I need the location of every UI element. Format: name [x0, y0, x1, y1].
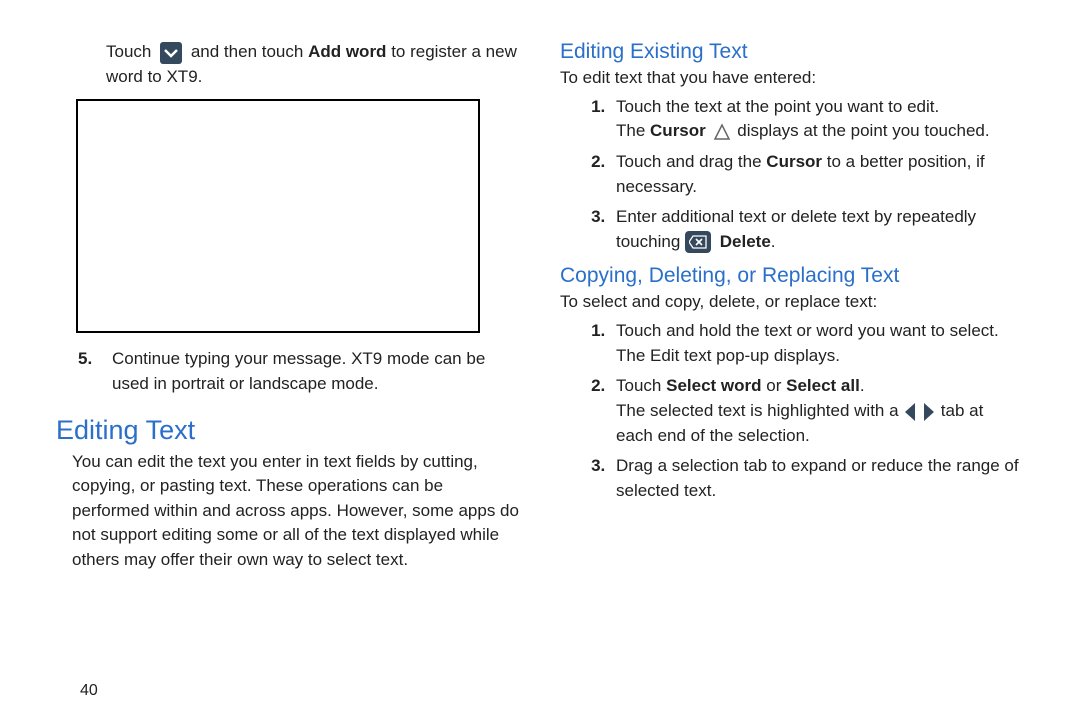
right-column: Editing Existing Text To edit text that …: [560, 40, 1024, 577]
editing-text-body: You can edit the text you enter in text …: [56, 450, 520, 573]
text: Touch and hold the text or word you want…: [616, 321, 999, 365]
page-number: 40: [80, 682, 98, 700]
cursor-label: Cursor: [650, 121, 706, 140]
copying-deleting-heading: Copying, Deleting, or Replacing Text: [560, 264, 1024, 288]
sub2-intro: To select and copy, delete, or replace t…: [560, 290, 1024, 315]
text: .: [771, 232, 776, 251]
text: The selected text is highlighted with a: [616, 401, 899, 420]
editing-existing-list: Touch the text at the point you want to …: [560, 95, 1024, 255]
list-item: Touch Select word or Select all. The sel…: [610, 374, 1024, 448]
continued-list: Continue typing your message. XT9 mode c…: [56, 347, 520, 396]
list-item: Drag a selection tab to expand or reduce…: [610, 454, 1024, 503]
list-item: Enter additional text or delete text by …: [610, 205, 1024, 254]
select-all-label: Select all: [786, 376, 860, 395]
manual-page: Touch and then touch Add word to registe…: [0, 0, 1080, 577]
left-column: Touch and then touch Add word to registe…: [56, 40, 520, 577]
text: Touch the text at the point you want to …: [616, 97, 939, 116]
selection-tab-left-icon: [903, 403, 917, 421]
text: .: [860, 376, 865, 395]
text: The: [616, 121, 645, 140]
sub1-intro: To edit text that you have entered:: [560, 66, 1024, 91]
copying-deleting-list: Touch and hold the text or word you want…: [560, 319, 1024, 503]
list-item: Touch and hold the text or word you want…: [610, 319, 1024, 368]
list-item-5: Continue typing your message. XT9 mode c…: [106, 347, 520, 396]
list-item: Touch the text at the point you want to …: [610, 95, 1024, 144]
text: Touch: [616, 376, 661, 395]
cursor-icon: [713, 123, 731, 141]
text: Drag a selection tab to expand or reduce…: [616, 456, 1019, 500]
text: and then touch: [191, 42, 303, 61]
text: Touch: [106, 42, 151, 61]
delete-icon: [685, 231, 711, 253]
select-word-label: Select word: [666, 376, 761, 395]
dropdown-icon: [160, 42, 182, 64]
editing-existing-text-heading: Editing Existing Text: [560, 40, 1024, 64]
text: or: [766, 376, 781, 395]
cursor-label: Cursor: [766, 152, 822, 171]
list-item: Touch and drag the Cursor to a better po…: [610, 150, 1024, 199]
image-placeholder: [76, 99, 480, 333]
xt9-add-word-line: Touch and then touch Add word to registe…: [56, 40, 520, 89]
selection-tab-right-icon: [922, 403, 936, 421]
text: Touch and drag the: [616, 152, 762, 171]
editing-text-heading: Editing Text: [56, 415, 520, 446]
delete-label: Delete: [720, 232, 771, 251]
text: Enter additional text or delete text by …: [616, 207, 976, 251]
text: displays at the point you touched.: [737, 121, 989, 140]
add-word-label: Add word: [308, 42, 386, 61]
text: Continue typing your message. XT9 mode c…: [112, 349, 485, 393]
